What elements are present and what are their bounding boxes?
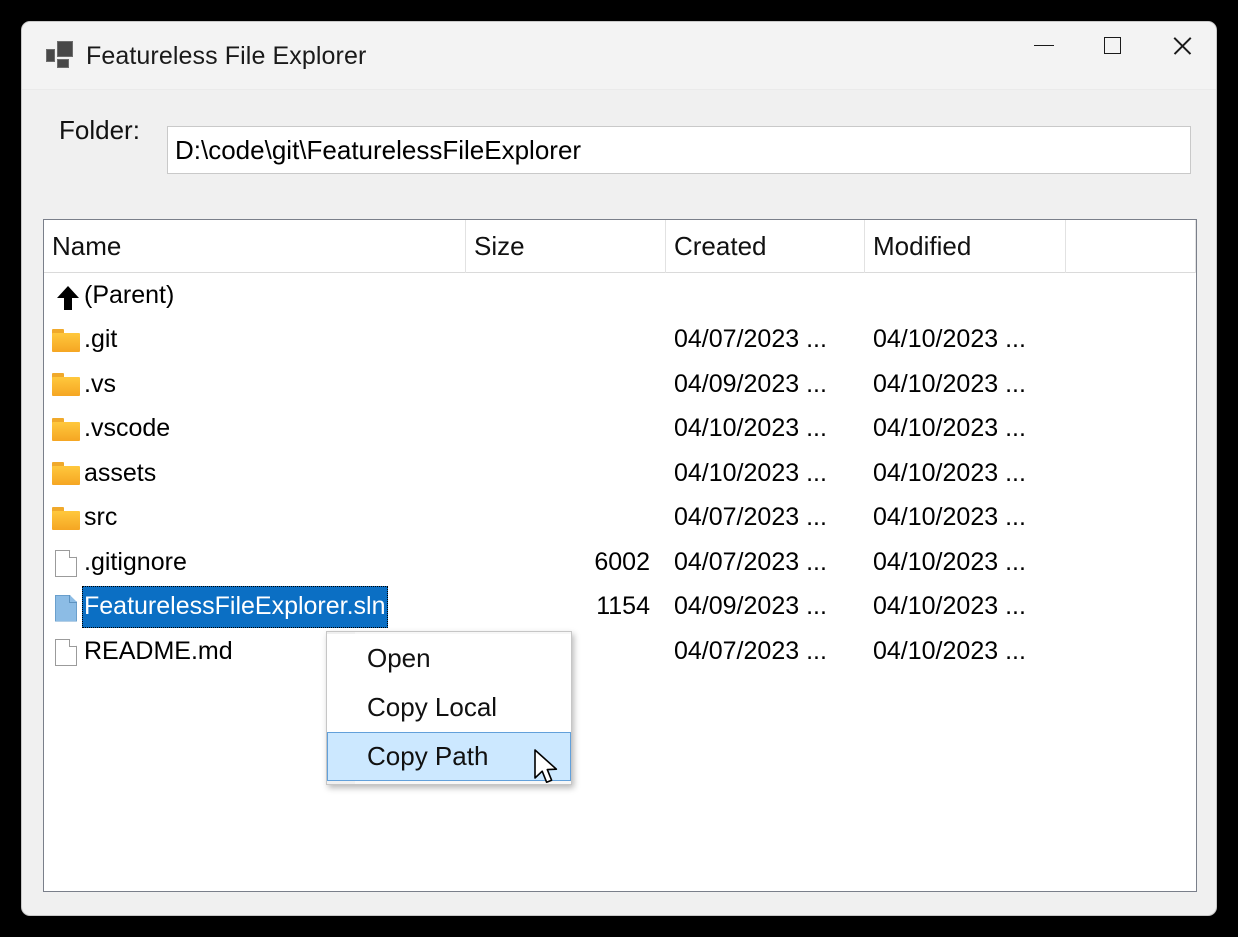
file-row[interactable]: README.md 04/07/2023 ... 04/10/2023 ... [44,629,1196,674]
minimize-button[interactable] [1009,22,1078,69]
file-icon [52,549,80,577]
file-name-cell[interactable]: assets [82,452,158,494]
menu-item-copy-local[interactable]: Copy Local [327,683,571,732]
file-row[interactable]: FeaturelessFileExplorer.sln 1154 04/09/202… [44,585,1196,630]
file-size-cell: 6002 [594,547,650,576]
file-name-label: assets [84,458,157,487]
file-name-label: src [84,503,118,531]
file-created-cell: 04/07/2023 ... [674,325,827,354]
file-name-label: .vs [84,369,116,398]
file-created-cell: 04/07/2023 ... [674,636,827,665]
column-header-size[interactable]: Size [466,220,666,273]
window-title: Featureless File Explorer [86,41,367,70]
file-name-label: FeaturelessFileExplorer.sln [84,592,386,620]
file-row[interactable]: .git 04/07/2023 ... 04/10/2023 ... [44,318,1196,363]
file-row[interactable]: src 04/07/2023 ... 04/10/2023 ... [44,496,1196,541]
column-header-created[interactable]: Created [666,220,865,273]
file-created-cell: 04/07/2023 ... [674,547,827,576]
folder-bar: Folder: [22,90,1216,174]
file-row[interactable]: (Parent) [44,273,1196,318]
file-modified-cell: 04/10/2023 ... [873,458,1026,487]
file-created-cell: 04/09/2023 ... [674,369,827,398]
file-name-cell[interactable]: .gitignore [82,541,189,583]
file-icon [52,638,80,666]
context-menu[interactable]: Open Copy Local Copy Path [326,631,572,785]
file-name-label: .vscode [84,414,171,442]
file-name-cell[interactable]: README.md [82,630,235,672]
file-row[interactable]: .vs 04/09/2023 ... 04/10/2023 ... [44,362,1196,407]
file-created-cell: 04/10/2023 ... [674,458,827,487]
file-modified-cell [865,273,1066,318]
close-button[interactable] [1147,22,1216,69]
file-size-cell [466,407,666,452]
file-size-cell [466,496,666,541]
menu-item-open[interactable]: Open [327,634,571,683]
menu-item-copy-path[interactable]: Copy Path [327,732,571,781]
file-list-rows: (Parent) .git 04/07/2023 ... 04/10/2023 ...… [44,273,1196,674]
title-bar[interactable]: Featureless File Explorer [22,22,1216,90]
file-name-cell[interactable]: .vs [82,363,118,405]
file-modified-cell: 04/10/2023 ... [873,592,1026,621]
file-modified-cell: 04/10/2023 ... [873,325,1026,354]
app-tiles-icon [45,40,75,70]
folder-icon [52,460,80,486]
app-window: Featureless File Explorer Folder: NameSi… [21,21,1217,916]
folder-icon [52,327,80,353]
file-modified-cell: 04/10/2023 ... [873,636,1026,665]
file-modified-cell: 04/10/2023 ... [873,503,1026,532]
list-header[interactable]: Name Size Created Modified [44,220,1196,273]
file-modified-cell: 04/10/2023 ... [873,414,1026,443]
file-row[interactable]: .gitignore 6002 04/07/2023 ... 04/10/2023 .… [44,540,1196,585]
file-name-label: .git [84,325,118,353]
file-created-cell: 04/07/2023 ... [674,503,827,532]
file-name-cell[interactable]: .git [82,319,119,361]
file-icon [52,594,80,622]
file-name-label: (Parent) [84,280,175,309]
column-header-name[interactable]: Name [44,220,466,273]
file-size-cell [466,318,666,363]
minimize-icon [1033,44,1054,47]
file-name-label: README.md [84,636,233,665]
maximize-icon [1104,37,1121,54]
folder-icon [52,371,80,397]
file-row[interactable]: .vscode 04/10/2023 ... 04/10/2023 ... [44,407,1196,452]
file-created-cell: 04/10/2023 ... [674,414,827,443]
file-size-cell: 1154 [596,592,650,621]
file-created-cell [666,273,865,318]
folder-icon [52,505,80,531]
file-size-cell [466,273,666,318]
file-size-cell [466,362,666,407]
up-arrow-icon [52,282,80,310]
file-row[interactable]: assets 04/10/2023 ... 04/10/2023 ... [44,451,1196,496]
file-name-cell[interactable]: FeaturelessFileExplorer.sln [82,585,388,628]
file-name-cell[interactable]: (Parent) [82,274,176,316]
column-header-extra[interactable] [1066,220,1196,273]
maximize-button[interactable] [1078,22,1147,69]
file-size-cell [466,451,666,496]
file-name-label: .gitignore [84,547,187,576]
folder-icon [52,416,80,442]
column-header-modified[interactable]: Modified [865,220,1066,273]
folder-path-input[interactable] [167,126,1191,174]
file-list-view[interactable]: Name Size Created Modified (Parent) .git 04/0… [43,219,1197,892]
folder-label: Folder: [59,115,140,145]
file-modified-cell: 04/10/2023 ... [873,547,1026,576]
file-name-cell[interactable]: src [82,497,119,539]
close-icon [1172,36,1192,56]
file-created-cell: 04/09/2023 ... [674,592,827,621]
file-modified-cell: 04/10/2023 ... [873,369,1026,398]
file-name-cell[interactable]: .vscode [82,408,172,450]
